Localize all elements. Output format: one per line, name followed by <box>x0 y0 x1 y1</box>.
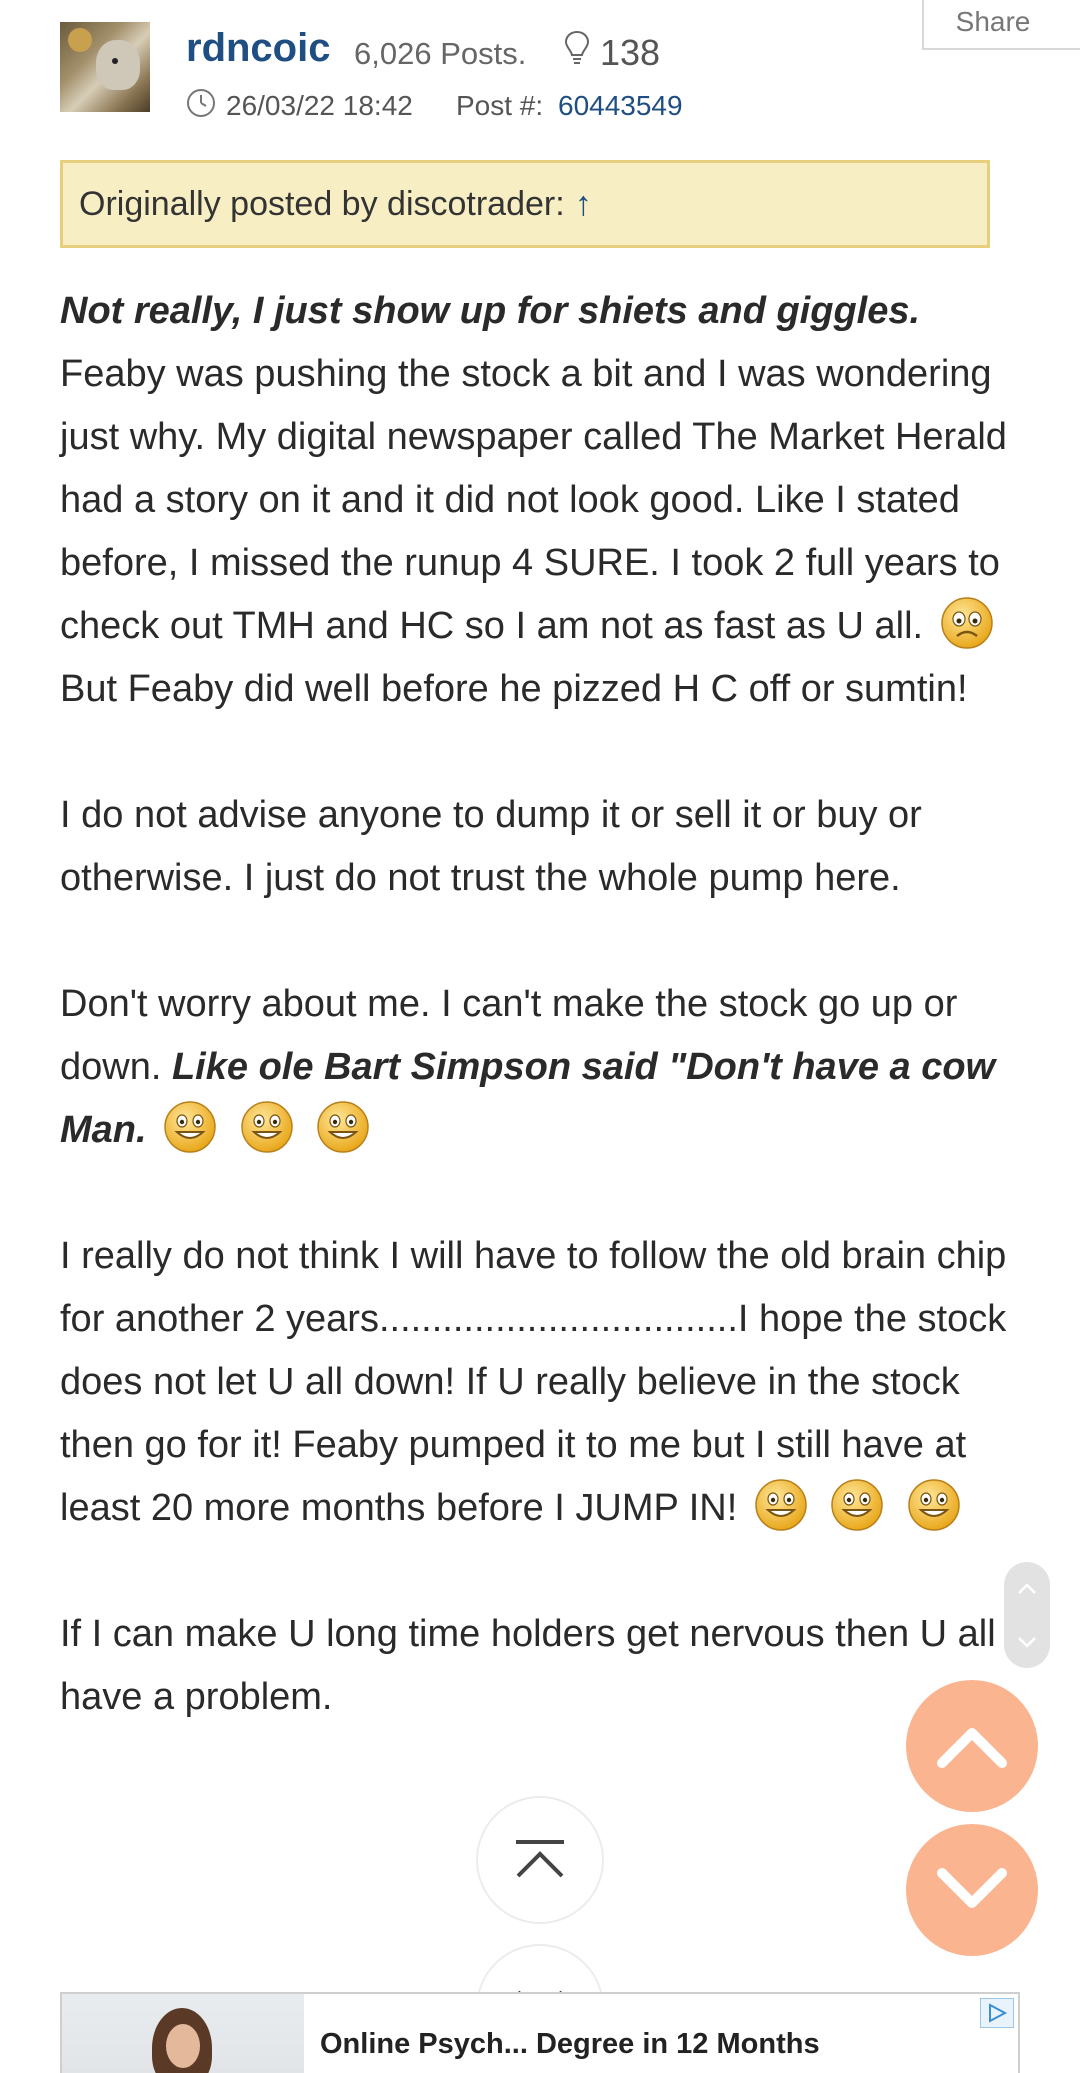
paragraph-3: Don't worry about me. I can't make the s… <box>60 973 1030 1162</box>
paragraph-4: I really do not think I will have to fol… <box>60 1225 1030 1540</box>
grin-face-icon <box>240 1101 293 1153</box>
ad-image[interactable] <box>62 1994 304 2073</box>
chevron-up-icon <box>937 1728 1007 1768</box>
clock-icon <box>187 89 215 117</box>
ad-headline[interactable]: Online Psych... Degree in 12 Months <box>320 2028 820 2061</box>
grin-face-icon <box>831 1479 884 1531</box>
paragraph-5: If I can make U long time holders get ne… <box>60 1613 996 1718</box>
quote-jump-link[interactable]: ↑ <box>575 185 592 224</box>
scroll-handle[interactable] <box>1004 1562 1050 1668</box>
paragraph-1: Not really, I just show up for shiets an… <box>60 280 1030 721</box>
quote-label: Originally posted by discotrader: <box>79 184 565 223</box>
post-body: Not really, I just show up for shiets an… <box>60 280 1030 1792</box>
grin-face-icon <box>317 1101 369 1153</box>
avatar[interactable] <box>60 22 150 112</box>
grin-face-icon <box>755 1479 807 1531</box>
share-button[interactable]: Share <box>922 0 1080 50</box>
grin-face-icon <box>908 1479 960 1531</box>
grin-face-icon <box>164 1101 216 1153</box>
ad-banner[interactable]: Online Psych... Degree in 12 Months <box>60 1992 1020 2073</box>
post-number-link[interactable]: 60443549 <box>558 90 683 122</box>
chevron-down-icon <box>1018 1636 1036 1648</box>
like-count: 138 <box>600 32 661 73</box>
ad-choices-icon[interactable] <box>980 1998 1014 2028</box>
chevron-down-icon <box>937 1868 1007 1908</box>
scroll-to-top-button[interactable] <box>476 1796 604 1924</box>
scroll-top-icon <box>516 1840 564 1878</box>
chevron-up-icon <box>1018 1582 1036 1594</box>
next-post-button[interactable] <box>906 1824 1038 1956</box>
previous-post-button[interactable] <box>906 1680 1038 1812</box>
post-page: rdncoic 6,026 Posts. 138 26/03/22 18:42 … <box>0 0 1080 2073</box>
username-link[interactable]: rdncoic <box>186 26 330 71</box>
paragraph-1-bold: Not really, I just show up for shiets an… <box>60 290 921 332</box>
sad-face-icon <box>940 597 993 649</box>
lightbulb-icon[interactable] <box>564 30 590 66</box>
paragraph-2: I do not advise anyone to dump it or sel… <box>60 794 922 899</box>
paragraph-1-tail: But Feaby did well before he pizzed H C … <box>60 668 968 710</box>
paragraph-1-text: Feaby was pushing the stock a bit and I … <box>60 353 1007 647</box>
post-datetime: 26/03/22 18:42 <box>226 90 413 121</box>
post-number-label: Post #: <box>456 90 544 121</box>
post-count: 6,026 Posts. <box>354 36 527 71</box>
quote-box: Originally posted by discotrader: ↑ <box>60 160 990 248</box>
